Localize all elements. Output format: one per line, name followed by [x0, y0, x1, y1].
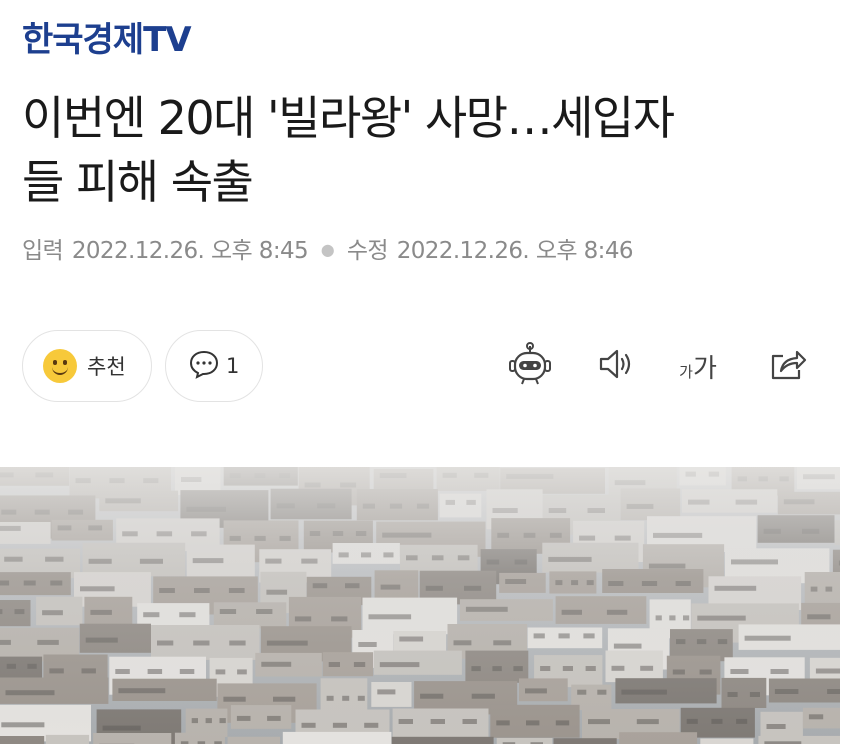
edit-label: 수정	[346, 238, 389, 264]
separator-dot: ●	[320, 240, 335, 259]
robot-icon	[506, 341, 554, 391]
font-big-glyph: 가	[692, 353, 717, 384]
edit-date: 2022.12.26. 오후 8:46	[396, 238, 634, 264]
summary-bot-button[interactable]	[504, 340, 556, 392]
brand-logo[interactable]: 한국경제TV	[22, 18, 192, 62]
tts-button[interactable]	[590, 340, 642, 392]
headline-line-1: 이번엔 20대 '빌라왕' 사망…세입자	[22, 91, 675, 145]
comment-count: 1	[226, 354, 240, 378]
share-button[interactable]	[762, 340, 814, 392]
speech-bubble-icon	[188, 349, 220, 383]
smiley-icon	[43, 349, 77, 383]
article-timestamps: 입력 2022.12.26. 오후 8:45 ● 수정 2022.12.26. …	[22, 233, 634, 268]
font-small-glyph: 가	[679, 362, 693, 381]
speaker-icon	[595, 346, 637, 386]
share-icon	[767, 344, 809, 388]
article-headline: 이번엔 20대 '빌라왕' 사망…세입자 들 피해 속출	[22, 86, 822, 214]
article-page: 한국경제TV 이번엔 20대 '빌라왕' 사망…세입자 들 피해 속출 입력 2…	[0, 0, 863, 744]
comment-button[interactable]: 1	[165, 330, 263, 402]
font-size-button[interactable]: 가가	[672, 340, 724, 392]
recommend-label: 추천	[87, 355, 126, 379]
input-date: 2022.12.26. 오후 8:45	[71, 238, 309, 264]
input-label: 입력	[22, 238, 64, 264]
font-size-icon: 가가	[679, 348, 717, 385]
article-photo	[0, 467, 840, 744]
recommend-button[interactable]: 추천	[22, 330, 152, 402]
headline-line-2: 들 피해 속출	[22, 155, 254, 209]
